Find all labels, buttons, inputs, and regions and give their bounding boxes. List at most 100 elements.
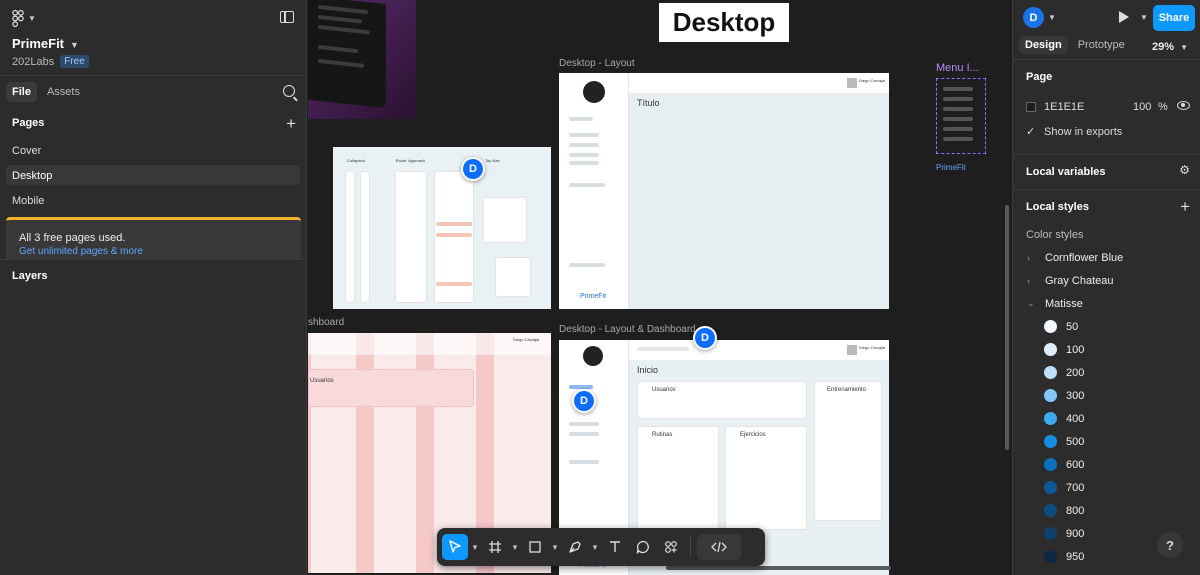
partial-card-title: Usuarios xyxy=(310,378,334,384)
color-style-item[interactable]: 200 xyxy=(1013,361,1200,384)
color-style-item[interactable]: 50 xyxy=(1013,315,1200,338)
chevron-down-icon[interactable]: ▼ xyxy=(1140,13,1148,22)
show-in-exports-row[interactable]: ✓ Show in exports xyxy=(1013,119,1200,144)
chevron-down-icon[interactable]: ▼ xyxy=(1048,13,1056,22)
frame-label-dashboard[interactable]: shboard xyxy=(308,317,344,328)
sidebar-toggle-icon[interactable] xyxy=(280,11,294,23)
card-entrenamiento: Entrenamiento xyxy=(814,381,882,521)
color-style-item[interactable]: 100 xyxy=(1013,338,1200,361)
page-section-title: Page xyxy=(1026,71,1053,83)
help-button[interactable]: ? xyxy=(1157,532,1183,558)
main-menu-button[interactable]: ▼ xyxy=(12,10,36,27)
section-title[interactable]: Desktop xyxy=(659,3,789,42)
collaborator-cursor: D xyxy=(572,389,596,413)
color-style-item[interactable]: 400 xyxy=(1013,407,1200,430)
chevron-down-icon[interactable]: ▼ xyxy=(550,543,560,552)
page-opacity-value[interactable]: 100 xyxy=(1133,101,1151,113)
chevron-down-icon[interactable]: ▼ xyxy=(470,543,480,552)
dev-mode-toggle[interactable] xyxy=(697,534,741,560)
pen-tool-button[interactable] xyxy=(562,534,588,560)
desktop-layout-frame[interactable]: PrimeFit Diego Carvajal Título xyxy=(559,73,889,309)
plan-badge: Free xyxy=(60,55,89,68)
text-tool-button[interactable] xyxy=(602,534,628,560)
color-style-item[interactable]: 500 xyxy=(1013,430,1200,453)
approaches-frame[interactable]: Collapsed 'Route' Approach Top Nav xyxy=(333,147,551,309)
color-style-item[interactable]: 800 xyxy=(1013,499,1200,522)
toolbar-divider xyxy=(690,536,691,558)
frame-label-layout[interactable]: Desktop - Layout xyxy=(559,58,635,69)
move-tool-button[interactable] xyxy=(442,534,468,560)
color-style-item[interactable]: 300 xyxy=(1013,384,1200,407)
add-style-icon[interactable]: + xyxy=(1180,197,1190,217)
style-group-gray-chateau[interactable]: › Gray Chateau xyxy=(1013,269,1200,292)
color-swatch xyxy=(1044,550,1057,563)
adjust-icon[interactable]: ⚙ xyxy=(1179,163,1190,177)
color-style-item[interactable]: 700 xyxy=(1013,476,1200,499)
add-page-icon[interactable]: + xyxy=(286,114,296,134)
upgrade-link[interactable]: Get unlimited pages & more xyxy=(19,246,288,257)
shape-tool-button[interactable] xyxy=(522,534,548,560)
color-swatch xyxy=(1044,412,1057,425)
color-style-label: 100 xyxy=(1066,343,1085,356)
tab-prototype[interactable]: Prototype xyxy=(1072,36,1131,54)
color-swatch xyxy=(1044,320,1057,333)
canvas[interactable]: Desktop Menu I... PrimeFit Collapsed 'Ro… xyxy=(308,0,1012,575)
color-swatch xyxy=(1044,366,1057,379)
frame-label-layout-dashboard[interactable]: Desktop - Layout & Dashboard xyxy=(559,324,696,335)
color-style-label: 950 xyxy=(1066,550,1085,563)
chevron-down-icon: ⌄ xyxy=(1027,298,1035,308)
checkmark-icon[interactable]: ✓ xyxy=(1026,126,1036,137)
page-item-cover[interactable]: Cover xyxy=(6,140,300,160)
color-swatch xyxy=(1044,481,1057,494)
user-avatar[interactable]: D xyxy=(1023,7,1044,28)
layout-brand: PrimeFit xyxy=(580,293,607,300)
mobile-preview-frame[interactable] xyxy=(308,0,416,119)
show-in-exports-label: Show in exports xyxy=(1044,125,1123,138)
style-group-cornflower-blue[interactable]: › Cornflower Blue xyxy=(1013,246,1200,269)
brand-logo xyxy=(583,346,603,366)
color-swatch xyxy=(1044,389,1057,402)
color-style-item[interactable]: 600 xyxy=(1013,453,1200,476)
tab-file[interactable]: File xyxy=(6,82,37,102)
actions-tool-button[interactable] xyxy=(658,534,684,560)
style-group-matisse[interactable]: ⌄ Matisse xyxy=(1013,292,1200,315)
share-button[interactable]: Share xyxy=(1153,5,1195,31)
team-name: 202Labs xyxy=(12,55,55,68)
page-item-desktop[interactable]: Desktop xyxy=(6,165,300,185)
dashboard-user: Diego Carvajal xyxy=(513,337,540,342)
page-color-swatch[interactable] xyxy=(1026,101,1036,112)
frame-label-menu[interactable]: Menu I... xyxy=(936,62,979,74)
chevron-down-icon[interactable]: ▼ xyxy=(510,543,520,552)
local-variables-title[interactable]: Local variables xyxy=(1013,155,1200,189)
layout-avatar xyxy=(847,78,857,88)
zoom-level[interactable]: 29% xyxy=(1152,41,1174,53)
approach-label-topnav: Top Nav xyxy=(485,158,500,163)
team-info: 202Labs Free xyxy=(12,55,89,68)
page-color-row[interactable]: 1E1E1E 100 % xyxy=(1013,94,1200,119)
right-tabs: Design Prototype 29% ▼ xyxy=(1013,35,1200,60)
page-item-mobile[interactable]: Mobile xyxy=(6,190,300,210)
card-usuarios: Usuarios xyxy=(637,381,807,419)
layout-user: Diego Carvajal xyxy=(859,78,886,83)
horizontal-scrollbar[interactable] xyxy=(666,566,891,570)
project-name[interactable]: PrimeFit ▼ xyxy=(12,36,79,51)
menu-component-frame[interactable] xyxy=(936,78,986,154)
search-icon[interactable] xyxy=(283,85,295,97)
dashboard-avatar xyxy=(847,345,857,355)
color-style-label: 400 xyxy=(1066,412,1085,425)
present-play-icon[interactable] xyxy=(1119,11,1129,23)
frame-tool-button[interactable] xyxy=(482,534,508,560)
phone-mock xyxy=(308,0,386,109)
comment-tool-button[interactable] xyxy=(630,534,656,560)
vertical-scrollbar[interactable] xyxy=(1005,205,1009,450)
eye-icon[interactable] xyxy=(1177,101,1190,110)
page-color-value[interactable]: 1E1E1E xyxy=(1044,101,1084,113)
color-swatch xyxy=(1044,458,1057,471)
chevron-down-icon[interactable]: ▼ xyxy=(1180,43,1188,52)
tab-assets[interactable]: Assets xyxy=(41,82,86,102)
menu-brand: PrimeFit xyxy=(936,163,966,172)
tab-design[interactable]: Design xyxy=(1019,35,1068,54)
left-tabs: File Assets xyxy=(0,76,306,108)
collaborator-cursor: D xyxy=(461,157,485,181)
chevron-down-icon[interactable]: ▼ xyxy=(590,543,600,552)
